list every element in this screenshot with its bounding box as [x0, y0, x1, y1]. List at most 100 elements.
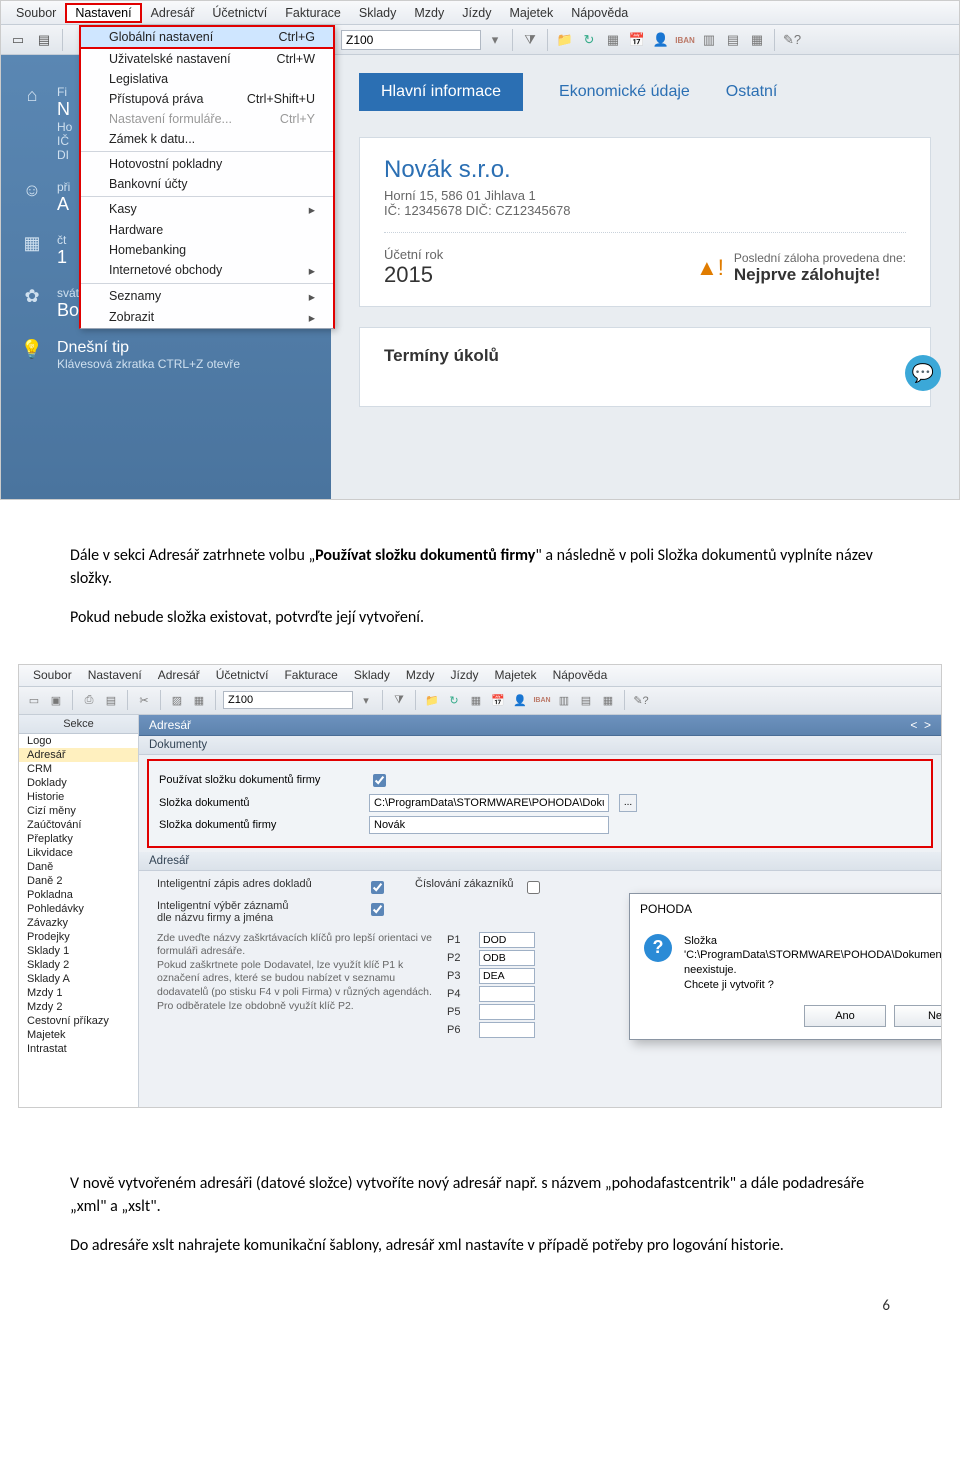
menu-fakturace[interactable]: Fakturace [276, 666, 345, 684]
cut-icon[interactable]: ✂ [135, 691, 153, 709]
section-item[interactable]: Adresář [19, 748, 138, 762]
section-item[interactable]: Pohledávky [19, 902, 138, 916]
menu-majetek[interactable]: Majetek [500, 4, 562, 22]
help-icon[interactable]: ✎? [632, 691, 650, 709]
menuitem-seznamy[interactable]: Seznamy [81, 286, 333, 307]
new-icon[interactable]: ▭ [25, 691, 43, 709]
grid2-icon[interactable]: ▤ [723, 30, 743, 50]
doc-folder-input[interactable] [369, 794, 609, 812]
intel-zapis-checkbox[interactable] [371, 881, 384, 894]
section-item[interactable]: Likvidace [19, 846, 138, 860]
menuitem-hardware[interactable]: Hardware [81, 220, 333, 240]
menu-soubor[interactable]: Soubor [7, 4, 65, 22]
cislovani-checkbox[interactable] [527, 881, 540, 894]
chat-bubble-icon[interactable]: 💬 [905, 355, 941, 391]
print-icon[interactable]: ⎙ [80, 691, 98, 709]
refresh-icon[interactable]: ↻ [445, 691, 463, 709]
g2-icon[interactable]: ▤ [577, 691, 595, 709]
menu-mzdy[interactable]: Mzdy [405, 4, 453, 22]
section-item[interactable]: Prodejky [19, 930, 138, 944]
section-item[interactable]: Cestovní příkazy [19, 1014, 138, 1028]
pkey-input[interactable] [479, 1022, 535, 1038]
no-button[interactable]: Ne [894, 1005, 942, 1027]
dd-icon[interactable]: ▾ [357, 691, 375, 709]
section-item[interactable]: Sklady A [19, 972, 138, 986]
calc-icon[interactable]: ▦ [467, 691, 485, 709]
intel-vyber-checkbox[interactable] [371, 903, 384, 916]
grid-icon[interactable]: ▦ [190, 691, 208, 709]
search-input[interactable] [341, 30, 481, 50]
section-item[interactable]: Pokladna [19, 888, 138, 902]
bold-icon[interactable]: ▨ [168, 691, 186, 709]
section-item[interactable]: Sklady 2 [19, 958, 138, 972]
menu-mzdy[interactable]: Mzdy [398, 666, 443, 684]
open-icon[interactable]: ▤ [33, 29, 55, 51]
section-item[interactable]: Přeplatky [19, 832, 138, 846]
funnel-icon[interactable]: ⧩ [520, 30, 540, 50]
pkey-input[interactable] [479, 932, 535, 948]
menuitem-legislativa[interactable]: Legislativa [81, 69, 333, 89]
user-icon[interactable]: 👤 [511, 691, 529, 709]
g1-icon[interactable]: ▥ [555, 691, 573, 709]
menu-majetek[interactable]: Majetek [487, 666, 545, 684]
menuitem-globalni-nastaveni[interactable]: Globální nastavení Ctrl+G [81, 27, 333, 47]
tab-ostatni[interactable]: Ostatní [726, 83, 778, 101]
pkey-input[interactable] [479, 950, 535, 966]
menuitem-zobrazit[interactable]: Zobrazit [81, 307, 333, 328]
grid1-icon[interactable]: ▥ [699, 30, 719, 50]
new-icon[interactable]: ▭ [7, 29, 29, 51]
section-item[interactable]: Závazky [19, 916, 138, 930]
use-firm-folder-checkbox[interactable] [373, 774, 386, 787]
section-item[interactable]: Zaúčtování [19, 818, 138, 832]
menuitem-uzivatelske[interactable]: Uživatelské nastavení Ctrl+W [81, 49, 333, 69]
section-item[interactable]: Doklady [19, 776, 138, 790]
calendar-icon[interactable]: 📅 [489, 691, 507, 709]
section-item[interactable]: Daně [19, 860, 138, 874]
section-item[interactable]: Majetek [19, 1028, 138, 1042]
menuitem-zamek[interactable]: Zámek k datu... [81, 129, 333, 149]
browse-button[interactable]: ... [619, 794, 637, 812]
menu-soubor[interactable]: Soubor [25, 666, 80, 684]
section-item[interactable]: CRM [19, 762, 138, 776]
section-item[interactable]: Sklady 1 [19, 944, 138, 958]
grid3-icon[interactable]: ▦ [747, 30, 767, 50]
help-icon[interactable]: ✎? [782, 30, 802, 50]
section-item[interactable]: Daně 2 [19, 874, 138, 888]
section-item[interactable]: Mzdy 2 [19, 1000, 138, 1014]
menuitem-pristupova[interactable]: Přístupová práva Ctrl+Shift+U [81, 89, 333, 109]
pkey-input[interactable] [479, 968, 535, 984]
folder-icon[interactable]: 📁 [423, 691, 441, 709]
menu-napoveda[interactable]: Nápověda [562, 4, 637, 22]
dropdown-icon[interactable]: ▾ [485, 30, 505, 50]
menu-sklady[interactable]: Sklady [350, 4, 406, 22]
pkey-input[interactable] [479, 986, 535, 1002]
menu-nastaveni[interactable]: Nastavení [65, 3, 141, 23]
menuitem-kasy[interactable]: Kasy [81, 199, 333, 220]
section-item[interactable]: Historie [19, 790, 138, 804]
menu-jizdy[interactable]: Jízdy [443, 666, 487, 684]
menu-adresar[interactable]: Adresář [142, 4, 204, 22]
menu-fakturace[interactable]: Fakturace [276, 4, 350, 22]
tab-ekonomicke[interactable]: Ekonomické údaje [559, 83, 690, 101]
menu-napoveda[interactable]: Nápověda [545, 666, 616, 684]
menu-adresar[interactable]: Adresář [150, 666, 208, 684]
search-input[interactable] [223, 691, 353, 709]
yes-button[interactable]: Ano [804, 1005, 886, 1027]
preview-icon[interactable]: ▤ [102, 691, 120, 709]
funnel-icon[interactable]: ⧩ [390, 691, 408, 709]
section-item[interactable]: Intrastat [19, 1042, 138, 1056]
menu-ucetnictvi[interactable]: Účetnictví [208, 666, 277, 684]
menuitem-homebanking[interactable]: Homebanking [81, 240, 333, 260]
calc-icon[interactable]: ▦ [603, 30, 623, 50]
user-icon[interactable]: 👤 [651, 30, 671, 50]
save-icon[interactable]: ▣ [47, 691, 65, 709]
pathbar-nav[interactable]: < > [910, 718, 931, 732]
menu-sklady[interactable]: Sklady [346, 666, 398, 684]
menuitem-pokladny[interactable]: Hotovostní pokladny [81, 154, 333, 174]
menuitem-obchody[interactable]: Internetové obchody [81, 260, 333, 281]
section-item[interactable]: Mzdy 1 [19, 986, 138, 1000]
tab-hlavni[interactable]: Hlavní informace [359, 73, 523, 111]
folder-icon[interactable]: 📁 [555, 30, 575, 50]
firm-folder-input[interactable] [369, 816, 609, 834]
menu-nastaveni[interactable]: Nastavení [80, 666, 150, 684]
